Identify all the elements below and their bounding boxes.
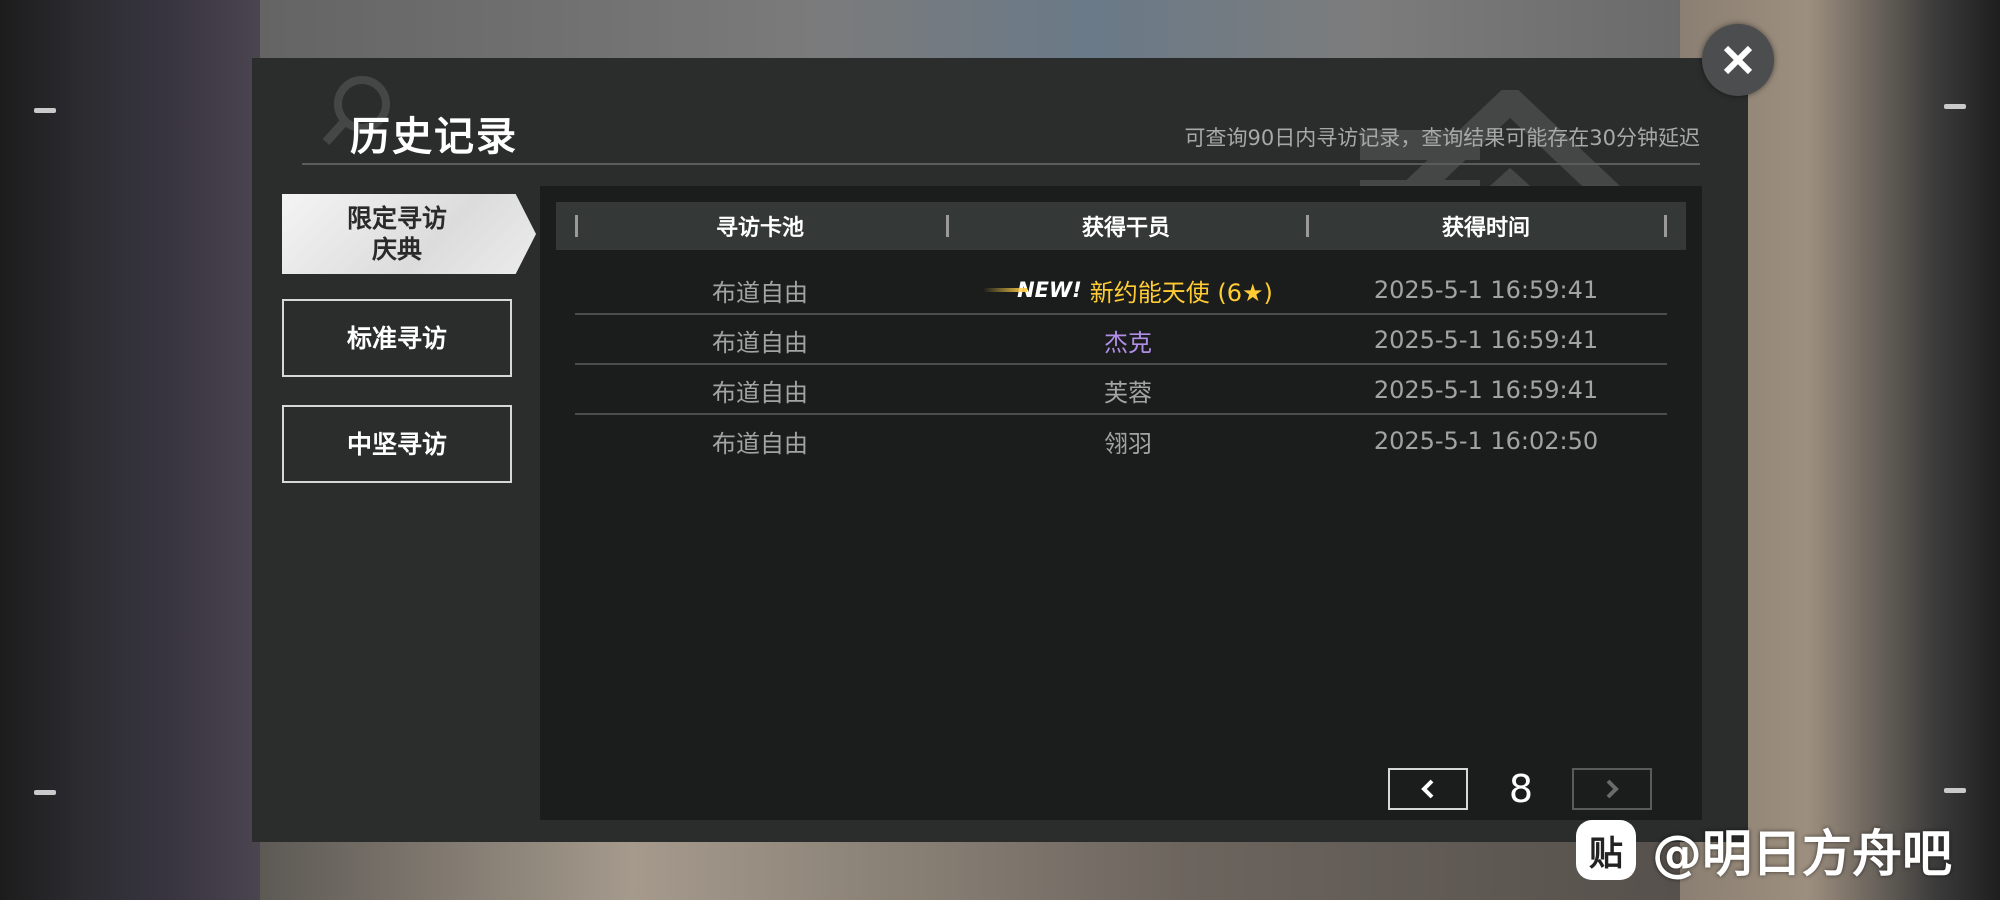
prev-page-button[interactable]: [1388, 768, 1468, 810]
cell-operator: NEW! 新约能天使 (6★): [948, 265, 1308, 315]
header-separator: [1664, 215, 1667, 237]
column-header-time: 获得时间: [1441, 216, 1530, 241]
page-number: 8: [1508, 767, 1534, 811]
cell-operator: 芙蓉: [1104, 378, 1152, 407]
cell-time: 2025-5-1 16:02:50: [1373, 427, 1599, 455]
edge-marker: [1944, 788, 1966, 793]
operator-name: 新约能天使 (6★): [1089, 278, 1273, 307]
table-row: 布道自由 NEW! 新约能天使 (6★) 2025-5-1 16:59:41: [575, 265, 1667, 315]
title-divider: [302, 163, 1700, 165]
new-badge: NEW!: [983, 278, 1082, 302]
row-divider: [575, 413, 1667, 415]
next-page-button[interactable]: [1572, 768, 1652, 810]
tieba-icon: 贴: [1576, 820, 1636, 880]
cell-pool: 布道自由: [712, 328, 808, 357]
table-row: 布道自由 翎羽 2025-5-1 16:02:50: [575, 416, 1667, 466]
game-screen: 历史记录 可查询90日内寻访记录，查询结果可能存在30分钟延迟 限定寻访 庆典 …: [0, 0, 2000, 900]
cell-operator: 翎羽: [1104, 429, 1152, 458]
cell-operator: 杰克: [1104, 328, 1152, 357]
tab-standard[interactable]: 标准寻访: [282, 299, 512, 377]
column-header-operator: 获得干员: [1081, 216, 1170, 241]
cell-time: 2025-5-1 16:59:41: [1373, 326, 1599, 354]
edge-marker: [34, 790, 56, 795]
watermark-text: @明日方舟吧: [1652, 825, 1952, 883]
chevron-right-icon: [1606, 779, 1619, 799]
tab-label: 标准寻访: [346, 323, 447, 353]
table-row: 布道自由 芙蓉 2025-5-1 16:59:41: [575, 365, 1667, 415]
tab-limited-celebration[interactable]: 限定寻访 庆典: [282, 194, 536, 274]
table-row: 布道自由 杰克 2025-5-1 16:59:41: [575, 315, 1667, 365]
tab-label-line2: 庆典: [371, 235, 422, 264]
tab-label-line1: 限定寻访: [346, 204, 447, 233]
tab-label: 中坚寻访: [346, 429, 447, 459]
close-button[interactable]: [1702, 24, 1774, 96]
edge-marker: [34, 108, 56, 113]
cell-time: 2025-5-1 16:59:41: [1373, 276, 1599, 304]
cell-pool: 布道自由: [712, 278, 808, 307]
cell-pool: 布道自由: [712, 429, 808, 458]
modal-subtitle: 可查询90日内寻访记录，查询结果可能存在30分钟延迟: [1184, 126, 1700, 150]
background-left: [0, 0, 260, 900]
close-icon: [1723, 45, 1753, 75]
background-top: [80, 0, 1920, 60]
tieba-watermark: 贴 @明日方舟吧: [1576, 814, 1952, 886]
column-header-pool: 寻访卡池: [715, 216, 804, 241]
modal-title: 历史记录: [350, 114, 518, 160]
chevron-left-icon: [1421, 779, 1434, 799]
cell-time: 2025-5-1 16:59:41: [1373, 376, 1599, 404]
cell-pool: 布道自由: [712, 378, 808, 407]
edge-marker: [1944, 104, 1966, 109]
tab-core[interactable]: 中坚寻访: [282, 405, 512, 483]
